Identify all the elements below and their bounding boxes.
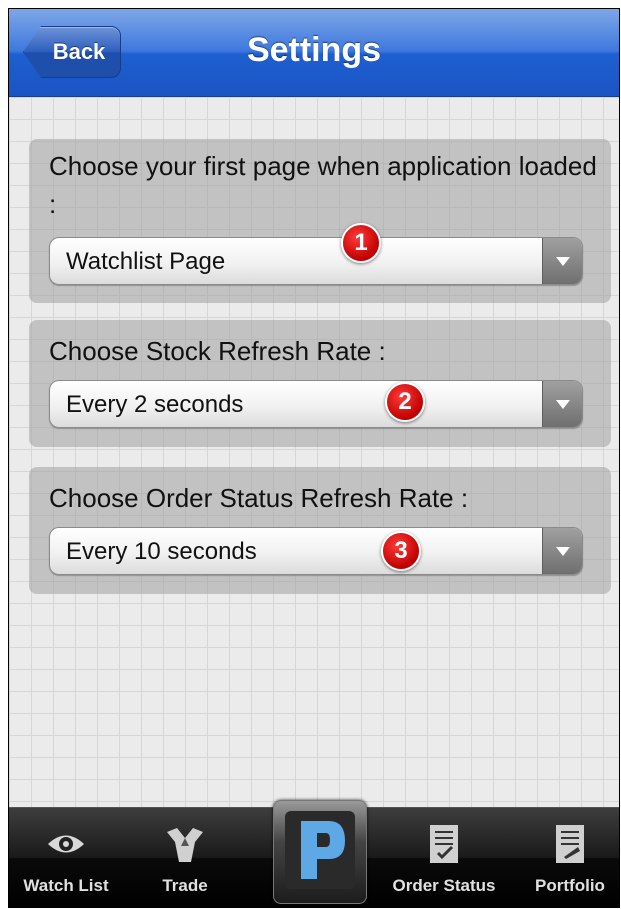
stock-refresh-select-value: Every 2 seconds <box>66 391 244 418</box>
setting-first-page-panel: Choose your first page when application … <box>29 139 611 303</box>
tab-bar: Watch List Trade Order Status Portfolio <box>9 800 619 907</box>
p-logo-icon <box>285 810 355 894</box>
page-title: Settings <box>246 31 382 69</box>
setting-order-refresh-label: Choose Order Status Refresh Rate : <box>49 483 469 513</box>
setting-stock-refresh-panel: Choose Stock Refresh Rate : Every 2 seco… <box>29 320 611 447</box>
order-refresh-select-value: Every 10 seconds <box>66 538 257 565</box>
tab-portfolio-label: Portfolio <box>535 876 605 895</box>
order-status-icon <box>428 822 460 866</box>
tab-order-status-label: Order Status <box>392 876 496 895</box>
first-page-select-value: Watchlist Page <box>66 248 226 275</box>
eye-icon <box>46 822 86 866</box>
portfolio-icon <box>554 822 586 866</box>
callout-badge-3: 3 <box>381 531 421 571</box>
tab-watch-list[interactable]: Watch List <box>9 808 123 907</box>
tab-order-status[interactable]: Order Status <box>379 808 509 907</box>
tab-trade[interactable]: Trade <box>139 808 231 907</box>
navigation-bar: Back Settings <box>9 9 619 97</box>
first-page-select[interactable]: Watchlist Page <box>49 237 583 285</box>
dropdown-arrow-icon[interactable] <box>542 528 582 574</box>
trade-icon <box>163 822 207 866</box>
dropdown-arrow-icon[interactable] <box>542 381 582 427</box>
tab-portfolio[interactable]: Portfolio <box>519 808 619 907</box>
stock-refresh-select[interactable]: Every 2 seconds <box>49 380 583 428</box>
tab-watch-list-label: Watch List <box>23 876 109 895</box>
setting-stock-refresh-label: Choose Stock Refresh Rate : <box>49 336 386 366</box>
dropdown-arrow-icon[interactable] <box>542 238 582 284</box>
order-refresh-select[interactable]: Every 10 seconds <box>49 527 583 575</box>
callout-badge-1: 1 <box>341 223 381 263</box>
setting-order-refresh-panel: Choose Order Status Refresh Rate : Every… <box>29 467 611 594</box>
tab-home-logo[interactable] <box>273 800 367 904</box>
app-screen: Back Settings Choose your first page whe… <box>8 8 620 908</box>
setting-first-page-label: Choose your first page when application … <box>49 151 597 219</box>
callout-badge-2: 2 <box>385 382 425 422</box>
tab-trade-label: Trade <box>162 876 208 895</box>
